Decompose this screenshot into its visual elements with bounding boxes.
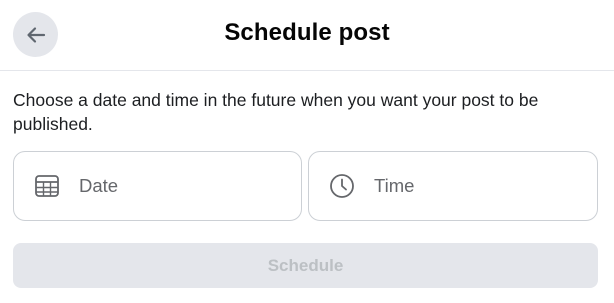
- time-field[interactable]: Time: [308, 151, 598, 221]
- dialog-header: Schedule post: [0, 0, 614, 71]
- clock-icon: [328, 172, 356, 200]
- schedule-button[interactable]: Schedule: [13, 243, 598, 288]
- calendar-icon: [33, 172, 61, 200]
- time-placeholder: Time: [374, 175, 415, 196]
- instructions-text: Choose a date and time in the future whe…: [13, 90, 539, 134]
- date-field[interactable]: Date: [13, 151, 302, 221]
- date-placeholder: Date: [79, 175, 119, 196]
- dialog-title: Schedule post: [224, 19, 390, 46]
